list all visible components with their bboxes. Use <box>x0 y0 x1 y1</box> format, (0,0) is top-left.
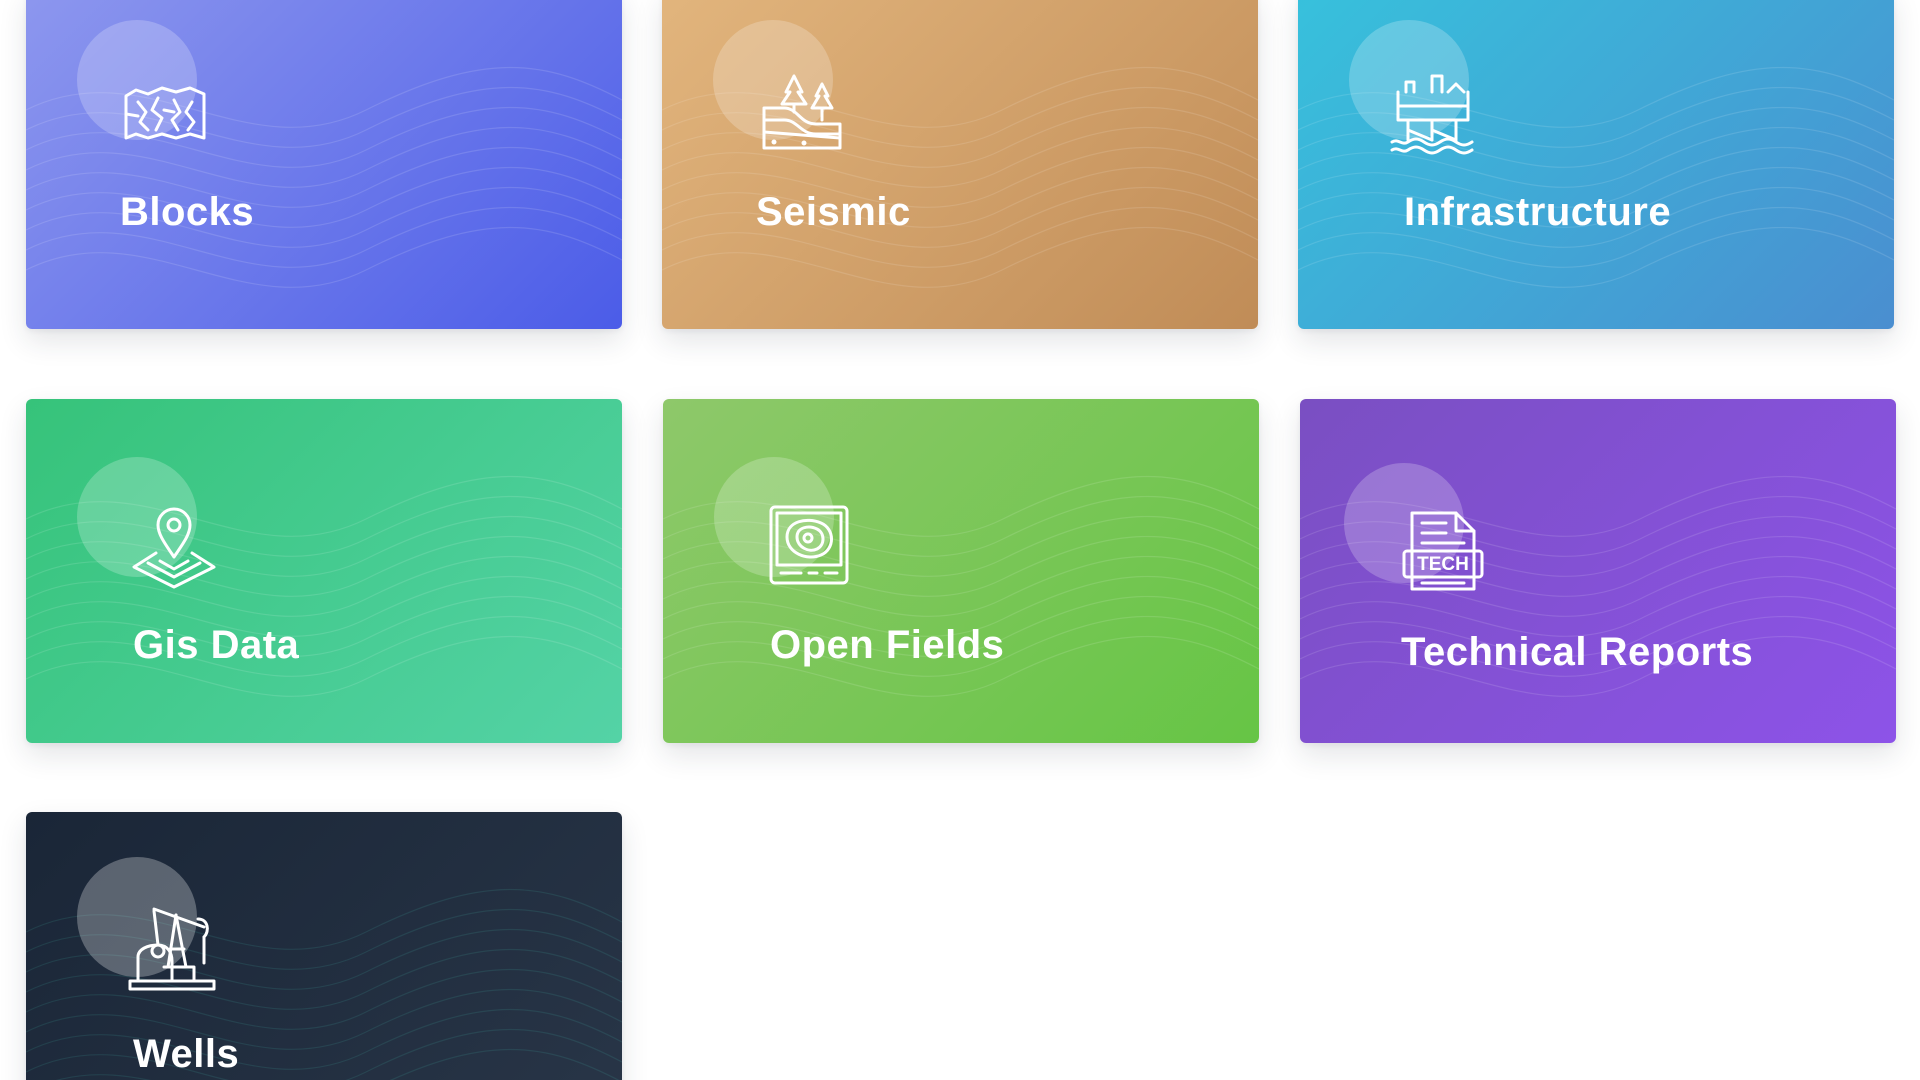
card-title: Infrastructure <box>1404 190 1672 234</box>
card-open-fields[interactable]: Open Fields <box>663 399 1259 743</box>
card-title: Open Fields <box>770 623 1005 667</box>
svg-text:TECH: TECH <box>1417 554 1469 575</box>
card-title: Blocks <box>120 190 255 234</box>
oil-pumpjack-icon <box>124 897 220 993</box>
contour-map-icon <box>761 497 857 593</box>
offshore-platform-icon <box>1384 62 1480 158</box>
category-grid: Blocks Seismic Infrastructure Gis Data O… <box>0 0 1920 1080</box>
card-infrastructure[interactable]: Infrastructure <box>1298 0 1894 329</box>
card-wells[interactable]: Wells <box>26 812 622 1080</box>
blocks-map-icon <box>118 62 214 158</box>
card-seismic[interactable]: Seismic <box>662 0 1258 329</box>
card-technical-reports[interactable]: TECH Technical Reports <box>1300 399 1896 743</box>
card-gis-data[interactable]: Gis Data <box>26 399 622 743</box>
card-title: Technical Reports <box>1401 630 1754 674</box>
card-title: Gis Data <box>133 623 300 667</box>
map-pin-icon <box>126 497 222 593</box>
card-title: Seismic <box>756 190 911 234</box>
tech-document-icon: TECH <box>1394 503 1490 599</box>
seismic-layers-icon <box>754 62 850 158</box>
card-blocks[interactable]: Blocks <box>26 0 622 329</box>
card-title: Wells <box>133 1032 240 1076</box>
